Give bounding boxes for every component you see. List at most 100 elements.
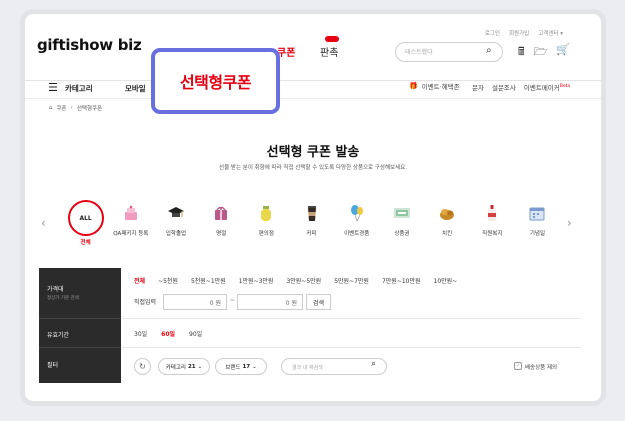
tab-sale[interactable]: 판촉 bbox=[320, 44, 338, 59]
category-label: 커피 bbox=[306, 231, 317, 237]
highlight-callout: 선택형쿠폰 bbox=[151, 48, 280, 114]
validity-option[interactable]: 30일 bbox=[134, 329, 147, 338]
brand-filter-count: 17 bbox=[242, 363, 251, 370]
folder-icon[interactable]: 🗁 bbox=[534, 43, 548, 62]
calculator-icon[interactable]: 🖩 bbox=[518, 43, 525, 62]
price-option[interactable]: 1만원~3만원 bbox=[239, 276, 274, 285]
bottle-icon bbox=[481, 203, 503, 223]
filter-label: 필터 bbox=[47, 362, 59, 369]
price-search-button[interactable]: 검색 bbox=[306, 294, 331, 310]
category-item[interactable]: 편의점 bbox=[244, 203, 289, 247]
panel-divider bbox=[39, 318, 121, 319]
max-price-input[interactable]: 0 원 bbox=[237, 294, 303, 310]
logo[interactable]: giftishow biz bbox=[37, 36, 142, 54]
refresh-icon[interactable]: ↻ bbox=[134, 358, 151, 375]
result-search-placeholder: 결과 내 재검색 bbox=[292, 365, 323, 371]
price-range-sublabel: 정상가 기준 검색 bbox=[47, 296, 79, 301]
category-label: 직원복지 bbox=[482, 231, 503, 237]
page-subtitle: 선물 받는 분이 취향에 따라 직접 선택할 수 있도록 다양한 상품으로 구성… bbox=[219, 165, 407, 171]
category-label: 기념일 bbox=[529, 231, 546, 237]
category-item[interactable]: 이벤트경품 bbox=[334, 203, 379, 247]
category-label: 이벤트경품 bbox=[344, 231, 370, 237]
sms-link[interactable]: 문자 bbox=[472, 82, 484, 92]
category-item[interactable]: QA패키지 등록 bbox=[108, 203, 153, 247]
row-divider bbox=[121, 347, 581, 348]
all-icon: ALL bbox=[67, 200, 104, 236]
range-tilde: ~ bbox=[230, 297, 236, 304]
customer-center-link[interactable]: 고객센터 ▾ bbox=[538, 29, 563, 37]
page-title: 선택형 쿠폰 발송 bbox=[266, 145, 360, 160]
category-label: 전체 bbox=[80, 240, 91, 246]
calendar-icon bbox=[526, 203, 548, 223]
coffee-cup-icon bbox=[301, 203, 323, 223]
price-option[interactable]: 3만원~5만원 bbox=[286, 276, 321, 285]
category-label: 치킨 bbox=[442, 231, 453, 237]
category-label: QA패키지 등록 bbox=[113, 231, 149, 237]
milk-bottle-icon bbox=[255, 203, 277, 223]
chevron-down-icon: ⌄ bbox=[197, 363, 203, 370]
category-carousel: ALL 전체 QA패키지 등록 입학졸업 명절 편의점 커피 이벤트경품 상품권… bbox=[63, 200, 577, 247]
min-price-input[interactable]: 0 원 bbox=[163, 294, 227, 310]
category-item[interactable]: 입학졸업 bbox=[153, 203, 198, 247]
home-icon[interactable]: ⌂ bbox=[49, 105, 53, 111]
signup-link[interactable]: 회원가입 bbox=[509, 29, 529, 37]
search-icon[interactable]: ⌕ bbox=[371, 359, 376, 369]
nav-bottom-divider bbox=[25, 98, 601, 99]
event-benefit-label: 이벤트·혜택존 bbox=[421, 83, 460, 91]
mobile-menu[interactable]: 모바일 bbox=[125, 83, 146, 94]
category-item[interactable]: 상품권 bbox=[379, 203, 424, 247]
category-item[interactable]: 커피 bbox=[289, 203, 334, 247]
category-filter-label: 카테고리 bbox=[165, 364, 186, 371]
price-option[interactable]: 5천원~1만원 bbox=[191, 276, 226, 285]
category-filter-dropdown[interactable]: 카테고리 21 ⌄ bbox=[158, 358, 210, 375]
category-item[interactable]: 명절 bbox=[199, 203, 244, 247]
price-options: 전체 ~5천원 5천원~1만원 1만원~3만원 3만원~5만원 5만원~7만원 … bbox=[134, 276, 457, 285]
price-option-all[interactable]: 전체 bbox=[134, 276, 145, 285]
event-benefit-link[interactable]: 🎁 이벤트·혜택존 bbox=[409, 81, 460, 91]
sub-links: 문자 설문조사 이벤트메이커Beta bbox=[472, 82, 570, 92]
search-icon[interactable]: ⌕ bbox=[486, 45, 492, 56]
new-badge bbox=[325, 36, 339, 42]
direct-input-label: 직접입력 bbox=[134, 299, 157, 306]
breadcrumb-coupon[interactable]: 쿠폰 bbox=[57, 104, 67, 112]
search-placeholder: 테스트했다 bbox=[405, 49, 433, 56]
gift-card-icon bbox=[391, 203, 413, 223]
cake-icon bbox=[120, 203, 142, 223]
category-menu[interactable]: 카테고리 bbox=[65, 83, 93, 94]
breadcrumb-current: 선택형쿠폰 bbox=[76, 106, 103, 112]
price-option[interactable]: 5만원~7만원 bbox=[334, 276, 369, 285]
hamburger-icon[interactable]: ☰ bbox=[48, 81, 58, 94]
brand-filter-label: 브랜드 bbox=[225, 364, 241, 371]
validity-options: 30일 60일 90일 bbox=[134, 329, 202, 338]
beta-badge: Beta bbox=[559, 83, 571, 89]
validity-option-selected[interactable]: 60일 bbox=[161, 329, 175, 338]
cart-icon[interactable]: 🛒 bbox=[556, 43, 570, 62]
category-label: 명절 bbox=[216, 231, 227, 237]
category-item[interactable]: 치킨 bbox=[425, 203, 470, 247]
category-item[interactable]: 기념일 bbox=[515, 203, 560, 247]
chevron-left-icon[interactable]: ‹ bbox=[41, 216, 46, 230]
login-link[interactable]: 로그인 bbox=[485, 29, 500, 37]
survey-link[interactable]: 설문조사 bbox=[492, 82, 516, 92]
row-divider bbox=[121, 318, 581, 319]
price-option[interactable]: 7만원~10만원 bbox=[382, 276, 421, 285]
nav-divider bbox=[25, 80, 601, 81]
exclude-shipping-label: 배송상품 제외 bbox=[525, 365, 558, 371]
price-option[interactable]: ~5천원 bbox=[158, 276, 178, 285]
chevron-down-icon: ⌄ bbox=[252, 363, 257, 370]
price-option[interactable]: 10만원~ bbox=[434, 276, 458, 285]
header-icons: 🖩 🗁 🛒 bbox=[518, 43, 570, 62]
event-maker-label: 이벤트메이커 bbox=[523, 84, 560, 92]
app-window: giftishow biz 로그인 회원가입 고객센터 ▾ 쿠폰 판촉 테스트했… bbox=[20, 9, 606, 406]
gift-icon: 🎁 bbox=[409, 82, 418, 90]
brand-filter-dropdown[interactable]: 브랜드 17 ⌄ bbox=[215, 358, 267, 375]
validity-option[interactable]: 90일 bbox=[189, 329, 202, 338]
event-maker-link[interactable]: 이벤트메이커Beta bbox=[524, 82, 570, 92]
category-item[interactable]: 직원복지 bbox=[470, 203, 515, 247]
category-label: 상품권 bbox=[394, 231, 410, 237]
category-item-all[interactable]: ALL 전체 bbox=[63, 200, 108, 247]
category-label: 입학졸업 bbox=[165, 231, 187, 237]
exclude-shipping-checkbox[interactable]: ✓ bbox=[514, 362, 522, 370]
graduation-cap-icon bbox=[165, 203, 187, 223]
validity-label: 유효기간 bbox=[47, 332, 70, 339]
